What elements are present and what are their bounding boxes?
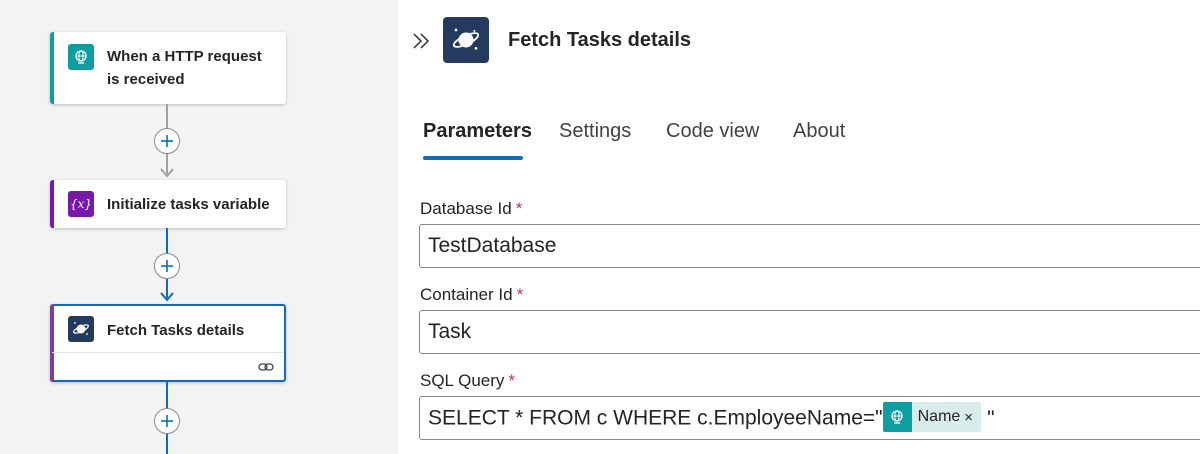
connector-arrow-icon <box>160 292 174 302</box>
sql-query-value: SELECT * FROM c WHERE c.EmployeeName=" Na… <box>428 402 995 432</box>
http-request-globe-icon <box>68 44 94 70</box>
add-step-button[interactable] <box>154 408 180 434</box>
step-card-http-trigger[interactable]: When a HTTP request is received <box>50 32 286 104</box>
step-accent-bar <box>50 180 54 228</box>
database-id-label: Database Id * <box>420 199 523 218</box>
token-remove-button[interactable]: × <box>964 409 981 426</box>
tab-parameters[interactable]: Parameters <box>423 120 532 143</box>
http-request-globe-icon <box>882 402 912 432</box>
required-marker: * <box>515 199 523 218</box>
database-id-field[interactable]: TestDatabase <box>419 224 1200 268</box>
active-tab-indicator <box>423 156 523 160</box>
add-step-button[interactable] <box>154 128 180 154</box>
container-id-label: Container Id * <box>420 285 524 304</box>
step-card-initialize-variable[interactable]: {x} Initialize tasks variable <box>50 180 286 228</box>
dynamic-content-token[interactable]: Name × <box>882 402 982 432</box>
connector-arrow-icon <box>160 168 174 178</box>
add-step-button[interactable] <box>154 253 180 279</box>
required-marker: * <box>516 285 524 304</box>
container-id-value: Task <box>428 320 472 343</box>
step-title: When a HTTP request is received <box>107 48 262 88</box>
container-id-field[interactable]: Task <box>419 310 1200 354</box>
tab-settings[interactable]: Settings <box>559 120 631 143</box>
designer-canvas: When a HTTP request is received {x} Init… <box>0 0 398 454</box>
sql-query-field[interactable]: SELECT * FROM c WHERE c.EmployeeName=" Na… <box>419 396 1200 440</box>
token-name: Name <box>917 408 961 425</box>
plus-icon <box>161 415 173 427</box>
cosmos-db-planet-icon <box>443 17 489 63</box>
plus-icon <box>161 135 173 147</box>
variable-icon: {x} <box>68 191 94 217</box>
tab-about[interactable]: About <box>793 120 845 143</box>
database-id-value: TestDatabase <box>428 234 557 257</box>
cosmos-db-planet-icon <box>68 316 94 342</box>
required-marker: * <box>508 371 516 390</box>
step-title: Initialize tasks variable <box>107 196 270 213</box>
sql-query-label: SQL Query * <box>420 371 516 390</box>
panel-title: Fetch Tasks details <box>508 29 692 51</box>
card-divider <box>52 352 284 353</box>
link-icon[interactable] <box>258 361 274 373</box>
double-chevron-right-icon[interactable] <box>410 30 432 52</box>
tab-code-view[interactable]: Code view <box>666 120 759 143</box>
step-card-fetch-tasks[interactable]: Fetch Tasks details <box>50 304 286 382</box>
step-title: Fetch Tasks details <box>107 322 245 339</box>
step-accent-bar <box>50 32 54 104</box>
plus-icon <box>161 260 173 272</box>
step-accent-bar <box>50 304 54 382</box>
